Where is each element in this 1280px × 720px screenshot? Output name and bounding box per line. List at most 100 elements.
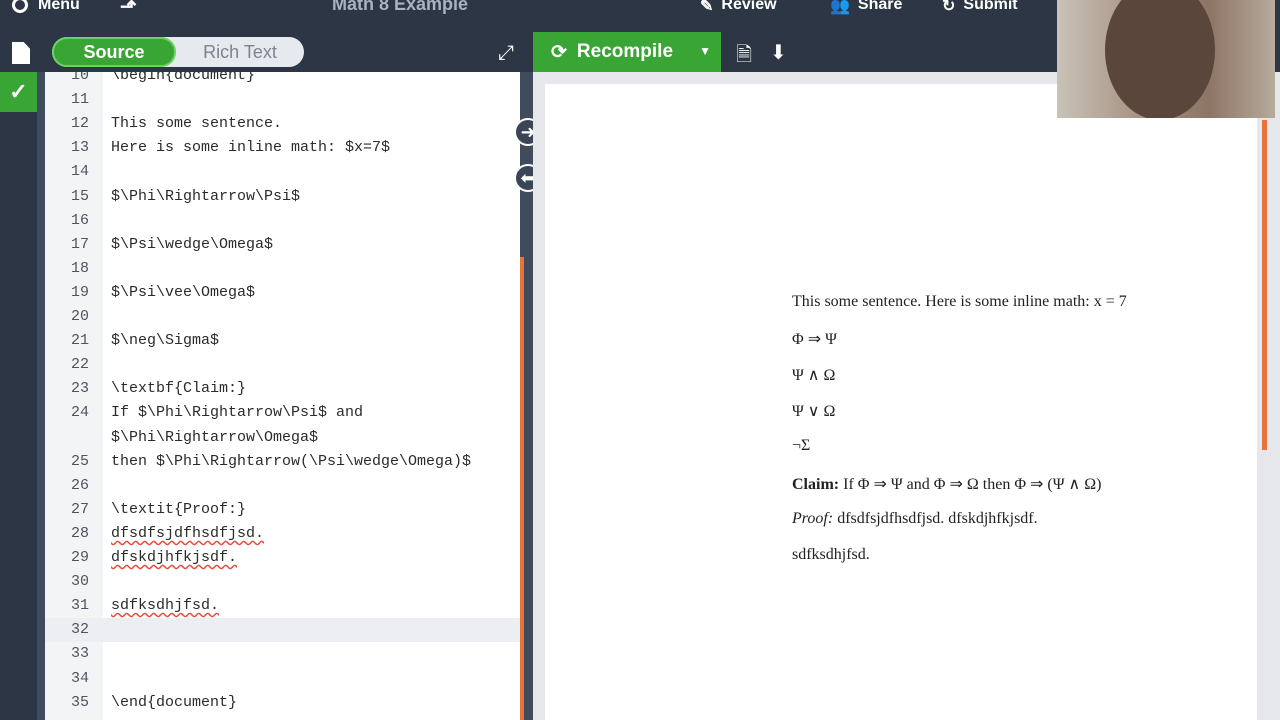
line-code: $\neg\Sigma$	[111, 332, 220, 350]
editor-line[interactable]: 10 \begin{document}	[45, 72, 520, 88]
pdf-line-1: This some sentence. Here is some inline …	[792, 293, 1127, 310]
editor-line[interactable]: 35 \end{document}	[45, 691, 520, 715]
pdf-claim: Claim: If Φ ⇒ Ψ and Φ ⇒ Ω then Φ ⇒ (Ψ ∧ …	[792, 474, 1101, 494]
line-code: \begin{document}	[111, 72, 256, 84]
editor-line[interactable]: 34	[45, 667, 520, 691]
line-number: 20	[70, 308, 89, 325]
editor-mode-toggle[interactable]: Source Rich Text	[52, 37, 304, 67]
line-number: 17	[70, 235, 89, 253]
source-tab[interactable]: Source	[52, 37, 176, 67]
sync-indicator	[520, 257, 524, 720]
editor-line[interactable]: 12 This some sentence.	[45, 112, 520, 136]
line-number: 31	[70, 597, 89, 615]
pdf-line-2: Φ ⇒ Ψ	[792, 331, 837, 348]
editor-line[interactable]: 23 \textbf{Claim:}	[45, 377, 520, 401]
line-number: 11	[70, 91, 89, 109]
editor-line[interactable]: 26	[45, 474, 520, 498]
line-number: 32	[70, 621, 89, 639]
review-icon: ✎	[700, 0, 714, 15]
line-code: $\Psi\vee\Omega$	[111, 283, 256, 301]
pdf-last-line: sdfksdhjfsd.	[792, 546, 870, 563]
pdf-scroll-indicator[interactable]	[1262, 120, 1267, 450]
editor-line[interactable]: 22	[45, 353, 520, 377]
source-editor[interactable]: 10 \begin{document} 11 12 This some sentence…	[45, 72, 520, 720]
editor-line[interactable]: 24 If $\Phi\Rightarrow\Psi$ and	[45, 401, 520, 425]
line-number: 16	[70, 211, 89, 229]
download-icon[interactable]: ⬇	[770, 40, 787, 65]
line-number: 27	[70, 500, 89, 518]
line-number: 25	[70, 452, 89, 470]
chevron-down-icon[interactable]: ▼	[699, 44, 711, 58]
rich-text-tab[interactable]: Rich Text	[176, 37, 304, 67]
pdf-line-4: Ψ ∨ Ω	[792, 403, 836, 420]
pdf-claim-label: Claim:	[792, 476, 840, 493]
line-code: sdfksdhjfsd.	[111, 597, 220, 615]
line-code: dfsdfsjdfhsdfjsd.	[111, 524, 265, 542]
line-number: 28	[70, 524, 89, 542]
line-number: 23	[70, 380, 89, 398]
line-code: If $\Phi\Rightarrow\Psi$ and	[111, 404, 364, 422]
share-icon: 👥	[830, 0, 850, 15]
line-code: $\Phi\Rightarrow\Omega$	[111, 428, 319, 446]
editor-line[interactable]: 25 then $\Phi\Rightarrow(\Psi\wedge\Omega…	[45, 450, 520, 474]
editor-line[interactable]: 13 Here is some inline math: $x=7$	[45, 136, 520, 160]
line-number: 10	[70, 72, 89, 84]
editor-line[interactable]: 28 dfsdfsjdfhsdfjsd.	[45, 522, 520, 546]
refresh-icon: ⟳	[551, 41, 567, 63]
line-code: Here is some inline math: $x=7$	[111, 139, 391, 157]
editor-line[interactable]: $\Phi\Rightarrow\Omega$	[45, 426, 520, 450]
editor-line[interactable]: 14	[45, 160, 520, 184]
pdf-line-3: Ψ ∧ Ω	[792, 367, 836, 384]
line-number: 33	[70, 645, 89, 663]
editor-line[interactable]: 27 \textit{Proof:}	[45, 498, 520, 522]
menu-button[interactable]: Menu	[12, 0, 80, 14]
log-document-icon[interactable]: 🗎	[736, 40, 752, 74]
editor-line[interactable]: 32	[45, 618, 520, 643]
editor-line[interactable]: 15 $\Phi\Rightarrow\Psi$	[45, 185, 520, 209]
pdf-proof: Proof: dfsdfsjdfhsdfjsd. dfskdjhfkjsdf.	[792, 510, 1038, 528]
share-label: Share	[857, 0, 903, 13]
editor-line[interactable]: 18	[45, 257, 520, 281]
sidebar-resize-handle[interactable]	[37, 72, 45, 720]
line-number: 14	[70, 163, 89, 181]
recompile-button[interactable]: ⟳ Recompile ▼	[533, 32, 721, 72]
editor-line[interactable]: 29 dfskdjhfkjsdf.	[45, 546, 520, 570]
menu-label: Menu	[38, 0, 80, 13]
line-number: 15	[70, 187, 89, 205]
submit-button[interactable]: ↻ Submit	[942, 0, 1018, 16]
editor-line[interactable]: 21 $\neg\Sigma$	[45, 329, 520, 353]
line-code: $\Phi\Rightarrow\Psi$	[111, 187, 301, 205]
menu-icon	[12, 0, 28, 13]
submit-label: Submit	[963, 0, 1018, 13]
share-button[interactable]: 👥 Share	[830, 0, 902, 16]
editor-line[interactable]: 16	[45, 209, 520, 233]
line-number: 29	[70, 549, 89, 566]
line-number: 13	[70, 139, 89, 157]
checkmark-icon[interactable]: ✓	[0, 72, 37, 112]
up-arrow-icon[interactable]: ⬏	[120, 0, 137, 19]
line-code: \textit{Proof:}	[111, 500, 247, 518]
review-label: Review	[721, 0, 777, 13]
line-code: $\Psi\wedge\Omega$	[111, 235, 274, 253]
line-number: 30	[70, 573, 89, 591]
line-number: 19	[70, 283, 89, 301]
pdf-page	[545, 84, 1257, 720]
recompile-label: Recompile	[576, 41, 674, 62]
editor-line[interactable]: 19 $\Psi\vee\Omega$	[45, 281, 520, 305]
line-number: 21	[70, 332, 89, 350]
line-code: This some sentence.	[111, 115, 283, 133]
editor-line[interactable]: 20	[45, 305, 520, 329]
editor-line[interactable]: 11	[45, 88, 520, 112]
line-number: 12	[70, 115, 89, 133]
expand-icon[interactable]: ⤢	[498, 42, 514, 65]
line-number: 26	[70, 476, 89, 494]
editor-line[interactable]: 31 sdfksdhjfsd.	[45, 594, 520, 618]
editor-line[interactable]: 33	[45, 642, 520, 666]
project-title: Math 8 Example	[332, 0, 469, 14]
review-button[interactable]: ✎ Review	[700, 0, 777, 16]
editor-line[interactable]: 30	[45, 570, 520, 594]
pdf-line-5: ¬Σ	[792, 437, 811, 454]
line-code: dfskdjhfkjsdf.	[111, 549, 238, 566]
pdf-proof-text: dfsdfsjdfhsdfjsd. dfskdjhfkjsdf.	[837, 510, 1038, 527]
editor-line[interactable]: 17 $\Psi\wedge\Omega$	[45, 233, 520, 257]
